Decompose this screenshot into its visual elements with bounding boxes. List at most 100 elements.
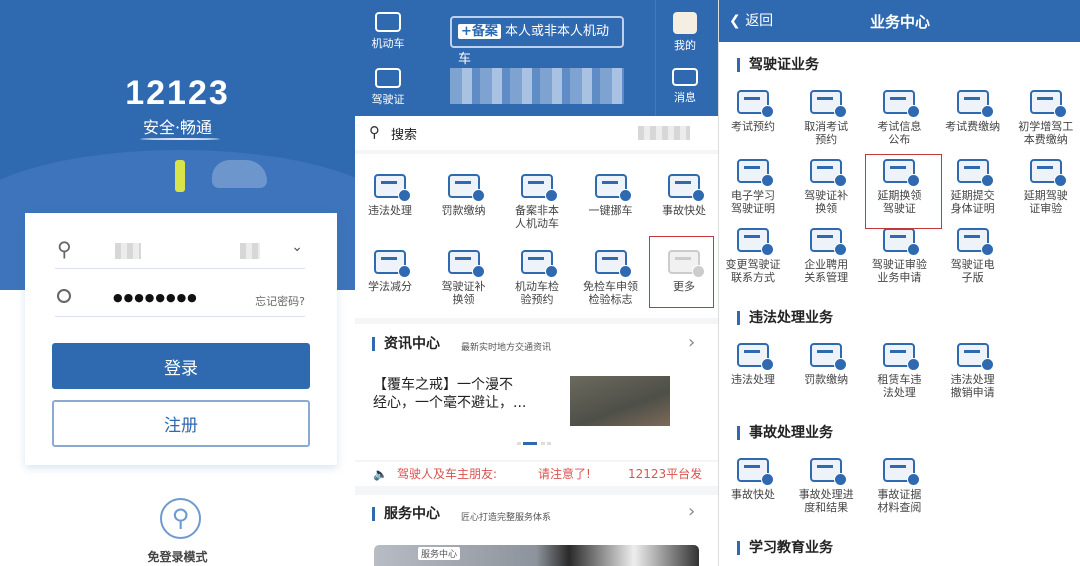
service-grid-item[interactable]: 免检车申领 检验标志 <box>575 250 647 306</box>
chevron-right-icon[interactable]: › <box>688 332 695 353</box>
guest-user-icon[interactable]: ⚲ <box>160 498 201 539</box>
username-blurred <box>115 243 141 259</box>
service-grid-item[interactable]: 一键挪车 <box>575 174 647 217</box>
item-label: 预约 <box>815 133 838 146</box>
business-item[interactable]: 电子学习 驾驶证明 <box>719 159 789 215</box>
business-icon <box>956 90 994 118</box>
service-grid-item[interactable]: 事故快处 <box>648 174 718 217</box>
business-icon <box>883 458 921 486</box>
back-button[interactable]: ❮ 返回 <box>729 10 773 30</box>
service-section: 服务中心 匠心打造完整服务体系 › 服务中心 <box>355 495 718 566</box>
item-label: 事故快处 <box>662 204 706 217</box>
carousel-dots <box>517 442 557 445</box>
highlight-extend-license <box>865 154 942 229</box>
business-item[interactable]: 企业聘用 关系管理 <box>790 228 862 284</box>
business-item[interactable]: 考试信息 公布 <box>863 90 935 146</box>
business-item[interactable]: 考试预约 <box>719 90 789 133</box>
chevron-down-icon[interactable]: ⌄ <box>291 239 303 255</box>
item-label: 人机动车 <box>515 217 559 230</box>
search-icon: ⚲ <box>369 123 380 141</box>
business-item[interactable]: 事故证据 材料查阅 <box>863 458 935 514</box>
location-blurred <box>638 126 690 140</box>
search-bar[interactable]: ⚲ 搜索 <box>355 116 718 150</box>
service-banner-image[interactable]: 服务中心 <box>374 545 699 566</box>
item-label: 法处理 <box>882 386 916 399</box>
news-headline[interactable]: 【覆车之戒】一个漫不 经心，一个毫不避让，... <box>373 376 526 412</box>
item-label: 撤销申请 <box>950 386 995 399</box>
business-item[interactable]: 租赁车违 法处理 <box>863 343 935 399</box>
username-field[interactable]: ⚲ ⌄ <box>55 235 305 269</box>
service-grid-item[interactable]: 备案非本 人机动车 <box>501 174 573 230</box>
business-icon <box>737 228 774 256</box>
business-item[interactable]: 驾驶证补 换领 <box>790 159 862 215</box>
register-button[interactable]: 注册 <box>52 400 310 447</box>
service-grid-icon <box>447 250 485 278</box>
service-grid-item[interactable]: 罚款缴纳 <box>428 174 500 217</box>
vehicle-tab[interactable]: 机动车 <box>358 12 418 51</box>
service-grid-icon <box>447 174 485 202</box>
item-label: 一键挪车 <box>588 204 633 217</box>
business-item[interactable]: 初学增驾工 本费缴纳 <box>1010 90 1080 146</box>
item-label: 事故快处 <box>731 488 775 501</box>
guest-mode-link[interactable]: 免登录模式 <box>0 548 355 565</box>
license-tab[interactable]: 驾驶证 <box>358 68 418 107</box>
business-item[interactable]: 延期驾驶 证审验 <box>1010 159 1080 215</box>
business-item[interactable]: 驾驶证审验 业务申请 <box>863 228 935 284</box>
car-illustration-icon <box>212 160 267 188</box>
item-label: 身体证明 <box>950 202 995 215</box>
service-grid-item[interactable]: 违法处理 <box>355 174 426 217</box>
business-item[interactable]: 违法处理 撤销申请 <box>937 343 1009 399</box>
service-grid-item[interactable]: 驾驶证补 换领 <box>428 250 500 306</box>
business-item[interactable]: 驾驶证电 子版 <box>937 228 1009 284</box>
business-item[interactable]: 考试费缴纳 <box>937 90 1009 133</box>
item-label: 事故处理进 <box>798 488 854 501</box>
business-item[interactable]: 违法处理 <box>719 343 789 386</box>
id-card-icon <box>375 68 401 88</box>
item-label: 电子学习 <box>731 189 775 202</box>
business-icon <box>810 90 848 118</box>
section-title: 违法处理业务 <box>737 311 833 325</box>
item-label: 变更驾驶证 <box>725 258 781 271</box>
section-title: 事故处理业务 <box>737 426 833 440</box>
business-icon <box>883 90 921 118</box>
item-label: 延期驾驶 <box>1023 189 1068 202</box>
service-grid-icon <box>521 250 558 278</box>
business-item[interactable]: 变更驾驶证 联系方式 <box>719 228 789 284</box>
item-label: 换领 <box>815 202 838 215</box>
item-label: 本费缴纳 <box>1023 133 1068 146</box>
business-item[interactable]: 事故处理进 度和结果 <box>790 458 862 514</box>
item-label: 验预约 <box>520 293 554 306</box>
service-grid-icon <box>594 250 632 278</box>
item-label: 证审验 <box>1029 202 1063 215</box>
vehicle-label: 机动车 <box>371 37 405 50</box>
section-title: 学习教育业务 <box>737 541 833 555</box>
item-label: 换领 <box>452 293 475 306</box>
item-label: 备案非本 <box>515 204 559 217</box>
business-item[interactable]: 事故快处 <box>719 458 789 501</box>
register-badge: +备案 <box>458 24 501 39</box>
service-grid-item[interactable]: 机动车检 验预约 <box>501 250 573 306</box>
item-label: 企业聘用 <box>804 258 849 271</box>
message-tab[interactable]: 消息 <box>655 68 715 105</box>
business-item[interactable]: 延期提交 身体证明 <box>937 159 1009 215</box>
password-field[interactable]: ●●●●●●●● 忘记密码? <box>55 283 305 317</box>
item-label: 违法处理 <box>731 373 775 386</box>
notice-bar[interactable]: 🔈 驾驶人及车主朋友: 请注意了! 12123平台发 <box>355 462 718 486</box>
business-icon <box>956 159 994 187</box>
news-image[interactable] <box>570 376 670 426</box>
highlight-more <box>649 236 714 308</box>
car-icon <box>375 12 401 32</box>
item-label: 材料查阅 <box>877 501 922 514</box>
service-grid-item[interactable]: 学法减分 <box>355 250 426 293</box>
business-icon <box>737 458 774 486</box>
business-icon <box>737 343 774 371</box>
mine-tab[interactable]: 我的 <box>655 12 715 53</box>
business-item[interactable]: 罚款缴纳 <box>790 343 862 386</box>
register-vehicle-banner[interactable]: +备案 本人或非本人机动车 <box>450 16 624 67</box>
login-button[interactable]: 登录 <box>52 343 310 389</box>
news-section: 资讯中心 最新实时地方交通资讯 › 【覆车之戒】一个漫不 经心，一个毫不避让，..… <box>355 324 718 460</box>
chevron-right-icon[interactable]: › <box>688 501 695 522</box>
forgot-password-link[interactable]: 忘记密码? <box>255 293 305 309</box>
business-item[interactable]: 取消考试 预约 <box>790 90 862 146</box>
item-label: 取消考试 <box>804 120 849 133</box>
